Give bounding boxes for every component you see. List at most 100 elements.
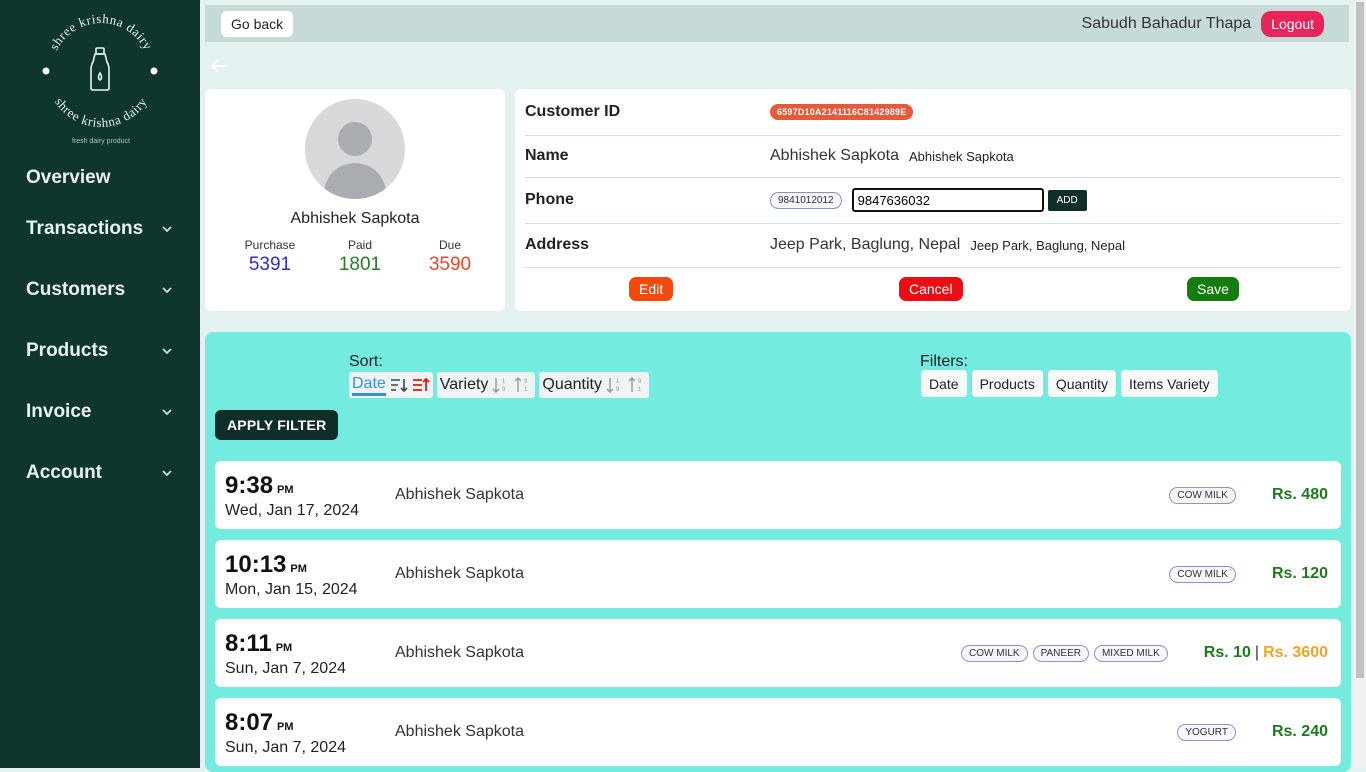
transaction-amount: Rs. 10 | Rs. 3600 (1204, 644, 1328, 662)
avatar (305, 99, 405, 199)
back-arrow-icon[interactable] (208, 56, 230, 76)
detail-row-customer-id: Customer ID 6597D10A2141116C8142989E (525, 89, 1341, 136)
time-value: 9:38 (225, 472, 274, 499)
sidebar-item-products[interactable]: Products (0, 320, 200, 381)
transaction-customer: Abhishek Sapkota (395, 486, 524, 503)
time-value: 8:11 (225, 630, 272, 657)
apply-filter-button[interactable]: APPLY FILTER (215, 410, 339, 440)
detail-row-name: Name Abhishek Sapkota Abhishek Sapkota (525, 135, 1341, 178)
transaction-date: Mon, Jan 15, 2024 (225, 581, 358, 598)
transaction-time: 9:38 PM (225, 472, 294, 500)
filter-date-button[interactable]: Date (921, 370, 967, 397)
sidebar-item-label: Invoice (26, 400, 92, 422)
stat-label: Due (438, 238, 461, 252)
svg-text:1: 1 (616, 379, 620, 385)
sort-option-variety[interactable]: Variety 1 9 9 1 (436, 372, 536, 398)
transaction-time: 8:07 PM (225, 709, 294, 737)
go-back-button[interactable]: Go back (221, 10, 294, 37)
sort-numeric-asc-icon[interactable]: 1 9 (492, 376, 510, 394)
item-chip: PANEER (1032, 644, 1089, 662)
transaction-row[interactable]: 9:38 PM Wed, Jan 17, 2024 Abhishek Sapkot… (215, 461, 1341, 529)
item-chip: COW MILK (961, 644, 1028, 662)
logout-button[interactable]: Logout (1261, 10, 1324, 37)
sort-option-quantity[interactable]: Quantity 1 9 9 1 (539, 372, 649, 398)
customer-id-label: Customer ID (525, 103, 621, 120)
sidebar-item-overview[interactable]: Overview (0, 158, 200, 198)
profile-name: Abhishek Sapkota (290, 210, 420, 227)
main-content: Go back Sabudh Bahadur Thapa Logout Abhi… (200, 0, 1354, 772)
sidebar-item-label: Overview (26, 167, 111, 188)
profile-card: Abhishek Sapkota Purchase 5391 Paid 1801… (205, 89, 505, 311)
transaction-time: 10:13 PM (225, 551, 307, 579)
sort-descending-icon[interactable] (412, 376, 430, 394)
sidebar-item-account[interactable]: Account (0, 442, 200, 503)
amount-separator: | (1254, 644, 1260, 661)
stat-value: 5391 (248, 254, 292, 275)
sidebar-nav: Overview Transactions Customers Products… (0, 158, 200, 503)
top-bar: Go back Sabudh Bahadur Thapa Logout (205, 5, 1349, 42)
stat-purchase: Purchase 5391 (235, 238, 305, 276)
transaction-date: Sun, Jan 7, 2024 (225, 660, 346, 677)
chevron-down-icon (162, 286, 172, 293)
sort-numeric-asc-icon[interactable]: 1 9 (606, 376, 624, 394)
address-value-edit: Jeep Park, Baglung, Nepal (970, 237, 1125, 253)
chevron-down-icon (162, 408, 172, 415)
phone-input[interactable] (851, 188, 1044, 212)
stat-paid: Paid 1801 (325, 238, 395, 276)
scrollbar-thumb[interactable] (1356, 2, 1364, 678)
transaction-customer: Abhishek Sapkota (395, 644, 524, 661)
address-label: Address (525, 236, 590, 253)
svg-text:1: 1 (502, 379, 506, 385)
transaction-row[interactable]: 8:11 PM Sun, Jan 7, 2024 Abhishek Sapkota… (215, 619, 1341, 687)
amount-secondary: Rs. 3600 (1263, 644, 1328, 661)
stat-value: 3590 (428, 254, 472, 275)
item-chips: COW MILK PANEER MIXED MILK (961, 644, 1168, 662)
sort-numeric-desc-icon[interactable]: 9 1 (514, 376, 532, 394)
item-chips: COW MILK (1169, 565, 1236, 583)
transaction-date: Sun, Jan 7, 2024 (225, 739, 346, 756)
page-scrollbar[interactable] (1354, 0, 1366, 768)
transaction-row[interactable]: 10:13 PM Mon, Jan 15, 2024 Abhishek Sapko… (215, 540, 1341, 608)
time-value: 10:13 (225, 551, 287, 578)
sort-ascending-icon[interactable] (390, 376, 408, 394)
filter-items-variety-button[interactable]: Items Variety (1120, 370, 1218, 397)
svg-text:shree krishna dairy: shree krishna dairy (52, 94, 150, 130)
amount-value: Rs. 240 (1271, 723, 1328, 740)
sidebar-item-customers[interactable]: Customers (0, 259, 200, 320)
transaction-row[interactable]: 8:07 PM Sun, Jan 7, 2024 Abhishek Sapkota… (215, 698, 1341, 766)
item-chips: COW MILK (1169, 486, 1236, 504)
sidebar-item-invoice[interactable]: Invoice (0, 381, 200, 442)
sidebar-item-transactions[interactable]: Transactions (0, 198, 200, 259)
sidebar-item-label: Account (26, 461, 102, 483)
sidebar-item-label: Transactions (26, 217, 144, 239)
filter-options: Date Products Quantity Items Variety (921, 370, 1218, 397)
phone-chip[interactable]: 9841012012 (770, 191, 842, 209)
filter-quantity-button[interactable]: Quantity (1047, 370, 1116, 397)
sort-option-label: Date (352, 374, 386, 396)
time-value: 8:07 (225, 709, 274, 736)
filter-products-button[interactable]: Products (971, 370, 1043, 397)
svg-text:9: 9 (616, 387, 620, 393)
transaction-amount: Rs. 240 (1272, 723, 1328, 741)
name-value-wrap: Abhishek Sapkota Abhishek Sapkota (770, 147, 1014, 165)
address-value-wrap: Jeep Park, Baglung, Nepal Jeep Park, Bag… (770, 236, 1125, 254)
item-chip: MIXED MILK (1093, 644, 1168, 662)
save-button[interactable]: Save (1187, 277, 1239, 301)
filters-label: Filters: (920, 353, 968, 370)
stat-due: Due 3590 (415, 238, 485, 276)
phone-value-wrap: 9841012012 ADD (770, 188, 1087, 212)
edit-button[interactable]: Edit (629, 277, 674, 301)
amount-value: Rs. 120 (1271, 565, 1328, 582)
sort-option-date[interactable]: Date (349, 372, 433, 398)
cancel-button[interactable]: Cancel (899, 277, 963, 301)
brand-bottom-text: shree krishna dairy (52, 94, 149, 130)
transaction-amount: Rs. 120 (1272, 565, 1328, 583)
sort-numeric-desc-icon[interactable]: 9 1 (628, 376, 646, 394)
item-chip: COW MILK (1169, 565, 1236, 583)
transaction-date: Wed, Jan 17, 2024 (225, 502, 360, 519)
svg-text:9: 9 (502, 387, 506, 393)
amount-value: Rs. 10 (1203, 644, 1251, 661)
name-value: Abhishek Sapkota (770, 147, 899, 164)
add-phone-button[interactable]: ADD (1047, 189, 1087, 211)
brand-tagline: fresh dairy product (72, 138, 130, 145)
